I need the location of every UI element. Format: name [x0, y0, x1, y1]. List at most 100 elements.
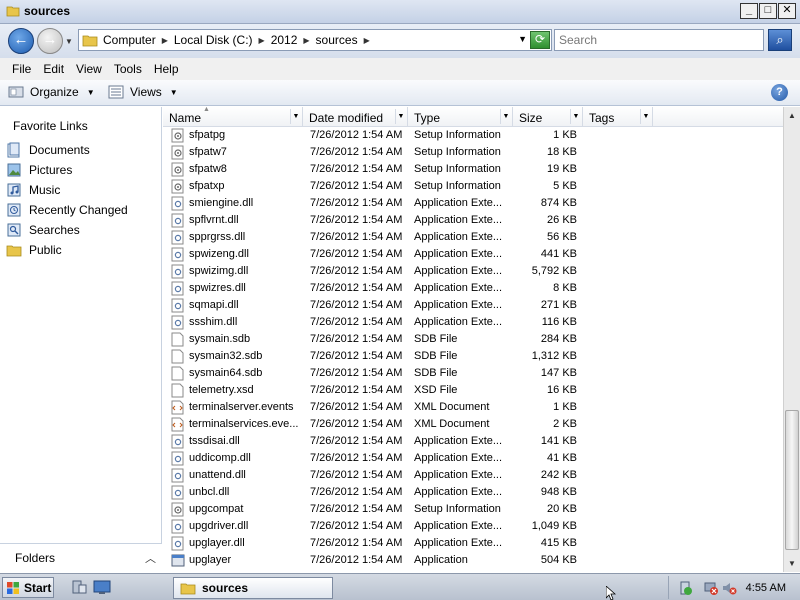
- back-button[interactable]: ←: [8, 28, 34, 54]
- breadcrumb-2012[interactable]: 2012: [271, 33, 298, 47]
- sidebar-item-documents[interactable]: Documents: [6, 140, 160, 160]
- help-icon[interactable]: ?: [771, 84, 788, 101]
- file-size: 5 KB: [553, 180, 577, 192]
- column-filter-dropdown[interactable]: ▼: [290, 109, 301, 124]
- sidebar-item-searches[interactable]: Searches: [6, 220, 160, 240]
- sidebar-item-pictures[interactable]: Pictures: [6, 160, 160, 180]
- taskbar-item-sources[interactable]: sources: [173, 577, 333, 599]
- network-disconnected-icon[interactable]: [703, 580, 719, 596]
- column-header-name[interactable]: Name ▲ ▼: [163, 106, 303, 127]
- show-desktop-icon[interactable]: [93, 579, 111, 595]
- search-icon[interactable]: ⌕: [768, 29, 792, 51]
- dll-file-icon: [171, 298, 185, 313]
- chevron-right-icon[interactable]: ▶: [364, 36, 370, 45]
- maximize-button[interactable]: □: [759, 3, 777, 19]
- chevron-right-icon[interactable]: ▶: [259, 36, 265, 45]
- file-size: 8 KB: [553, 282, 577, 294]
- chevron-right-icon[interactable]: ▶: [303, 36, 309, 45]
- file-row[interactable]: upglayer 7/26/2012 1:54 AM Application 504 …: [163, 552, 783, 569]
- address-bar[interactable]: Computer ▶ Local Disk (C:) ▶ 2012 ▶ sources…: [78, 29, 552, 51]
- column-header-date[interactable]: Date modified ▼: [303, 107, 408, 127]
- file-row[interactable]: spprgrss.dll 7/26/2012 1:54 AM Application…: [163, 229, 783, 246]
- file-row[interactable]: sysmain.sdb 7/26/2012 1:54 AM SDB File 284 …: [163, 331, 783, 348]
- column-filter-dropdown[interactable]: ▼: [395, 109, 406, 124]
- minimize-button[interactable]: _: [740, 3, 758, 19]
- file-name: upglayer.dll: [189, 537, 245, 549]
- file-row[interactable]: spflvrnt.dll 7/26/2012 1:54 AM Application…: [163, 212, 783, 229]
- file-row[interactable]: spwizimg.dll 7/26/2012 1:54 AM Application…: [163, 263, 783, 280]
- breadcrumb-local-disk[interactable]: Local Disk (C:): [174, 33, 253, 47]
- clock[interactable]: 4:55 AM: [746, 582, 786, 594]
- file-size: 284 KB: [540, 333, 577, 345]
- file-row[interactable]: sysmain32.sdb 7/26/2012 1:54 AM SDB File 1,…: [163, 348, 783, 365]
- scrollbar-thumb[interactable]: [785, 410, 799, 550]
- file-type: Setup Information: [414, 180, 501, 192]
- file-row[interactable]: smiengine.dll 7/26/2012 1:54 AM Applicatio…: [163, 195, 783, 212]
- menu-tools[interactable]: Tools: [108, 62, 148, 76]
- menu-help[interactable]: Help: [148, 62, 185, 76]
- search-input[interactable]: Search: [554, 29, 764, 51]
- server-manager-icon[interactable]: [70, 579, 88, 595]
- file-date-modified: 7/26/2012 1:54 AM: [310, 367, 403, 379]
- vertical-scrollbar[interactable]: ▲ ▼: [783, 107, 800, 572]
- column-filter-dropdown[interactable]: ▼: [500, 109, 511, 124]
- column-header-type[interactable]: Type ▼: [408, 107, 513, 127]
- sidebar-item-recently-changed[interactable]: Recently Changed: [6, 200, 160, 220]
- refresh-button[interactable]: ⟳: [530, 31, 550, 49]
- file-row[interactable]: unattend.dll 7/26/2012 1:54 AM Application…: [163, 467, 783, 484]
- sidebar-item-public[interactable]: Public: [6, 240, 160, 260]
- file-row[interactable]: upglayer.dll 7/26/2012 1:54 AM Application…: [163, 535, 783, 552]
- column-header-size[interactable]: Size ▼: [513, 107, 583, 127]
- file-row[interactable]: spwizeng.dll 7/26/2012 1:54 AM Application…: [163, 246, 783, 263]
- file-size: 1 KB: [553, 401, 577, 413]
- start-button[interactable]: Start: [2, 577, 54, 598]
- action-center-icon[interactable]: [677, 580, 693, 596]
- scroll-down-arrow[interactable]: ▼: [784, 555, 800, 572]
- file-row[interactable]: terminalservices.eve... 7/26/2012 1:54 AM…: [163, 416, 783, 433]
- file-row[interactable]: sfpatxp 7/26/2012 1:54 AM Setup Informatio…: [163, 178, 783, 195]
- menu-view[interactable]: View: [70, 62, 108, 76]
- sidebar-item-label: Searches: [29, 223, 80, 237]
- file-size: 41 KB: [547, 452, 577, 464]
- file-row[interactable]: sfpatw7 7/26/2012 1:54 AM Setup Informatio…: [163, 144, 783, 161]
- chevron-right-icon[interactable]: ▶: [162, 36, 168, 45]
- close-button[interactable]: ✕: [778, 3, 796, 19]
- scroll-up-arrow[interactable]: ▲: [784, 107, 800, 124]
- file-size: 2 KB: [553, 418, 577, 430]
- organize-button[interactable]: Organize ▼: [8, 85, 95, 99]
- file-date-modified: 7/26/2012 1:54 AM: [310, 333, 403, 345]
- sidebar-item-music[interactable]: Music: [6, 180, 160, 200]
- breadcrumb-computer[interactable]: Computer: [103, 33, 156, 47]
- forward-button[interactable]: →: [37, 28, 63, 54]
- file-row[interactable]: ssshim.dll 7/26/2012 1:54 AM Application E…: [163, 314, 783, 331]
- views-button[interactable]: Views ▼: [108, 85, 178, 99]
- menu-edit[interactable]: Edit: [37, 62, 70, 76]
- file-row[interactable]: tssdisai.dll 7/26/2012 1:54 AM Application…: [163, 433, 783, 450]
- file-date-modified: 7/26/2012 1:54 AM: [310, 350, 403, 362]
- file-row[interactable]: spwizres.dll 7/26/2012 1:54 AM Application…: [163, 280, 783, 297]
- file-row[interactable]: telemetry.xsd 7/26/2012 1:54 AM XSD File 16…: [163, 382, 783, 399]
- file-row[interactable]: unbcl.dll 7/26/2012 1:54 AM Application Ex…: [163, 484, 783, 501]
- breadcrumb-sources[interactable]: sources: [316, 33, 358, 47]
- file-row[interactable]: upgcompat 7/26/2012 1:54 AM Setup Informat…: [163, 501, 783, 518]
- history-dropdown-icon[interactable]: ▼: [65, 37, 73, 46]
- address-dropdown-icon[interactable]: ▼: [518, 34, 527, 44]
- folders-toggle[interactable]: Folders ︿: [0, 543, 162, 572]
- dll-file-icon: [171, 468, 185, 483]
- file-row[interactable]: sqmapi.dll 7/26/2012 1:54 AM Application E…: [163, 297, 783, 314]
- file-type: Setup Information: [414, 503, 501, 515]
- column-filter-dropdown[interactable]: ▼: [570, 109, 581, 124]
- file-type: XML Document: [414, 401, 490, 413]
- file-row[interactable]: sfpatw8 7/26/2012 1:54 AM Setup Informatio…: [163, 161, 783, 178]
- column-filter-dropdown[interactable]: ▼: [640, 109, 651, 124]
- file-row[interactable]: sfpatpg 7/26/2012 1:54 AM Setup Informatio…: [163, 127, 783, 144]
- file-row[interactable]: upgdriver.dll 7/26/2012 1:54 AM Applicatio…: [163, 518, 783, 535]
- dll-file-icon: [171, 281, 185, 296]
- column-header-tags[interactable]: Tags ▼: [583, 107, 653, 127]
- file-row[interactable]: terminalserver.events 7/26/2012 1:54 AM XM…: [163, 399, 783, 416]
- volume-muted-icon[interactable]: [721, 580, 737, 596]
- file-row[interactable]: sysmain64.sdb 7/26/2012 1:54 AM SDB File 14…: [163, 365, 783, 382]
- menu-file[interactable]: File: [6, 62, 37, 76]
- file-date-modified: 7/26/2012 1:54 AM: [310, 401, 403, 413]
- file-row[interactable]: uddicomp.dll 7/26/2012 1:54 AM Application…: [163, 450, 783, 467]
